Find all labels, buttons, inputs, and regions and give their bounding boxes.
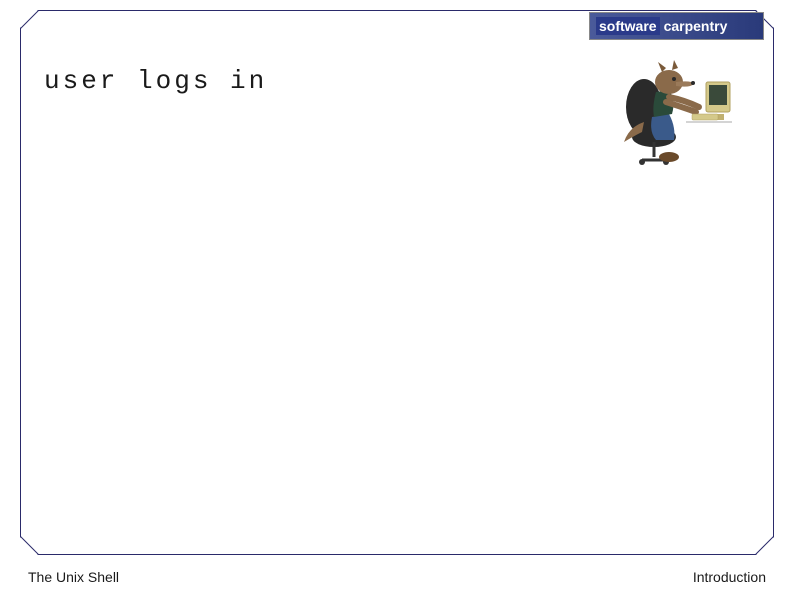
wolf-at-computer-illustration (614, 52, 734, 167)
slide-footer: The Unix Shell Introduction (28, 569, 766, 585)
logo-part-software: software (596, 17, 660, 35)
corner-cut-br (756, 537, 774, 555)
software-carpentry-logo: softwarecarpentry (589, 12, 764, 40)
slide-title: user logs in (44, 66, 267, 96)
logo-part-carpentry: carpentry (664, 18, 728, 34)
footer-right: Introduction (693, 569, 766, 585)
footer-left: The Unix Shell (28, 569, 119, 585)
